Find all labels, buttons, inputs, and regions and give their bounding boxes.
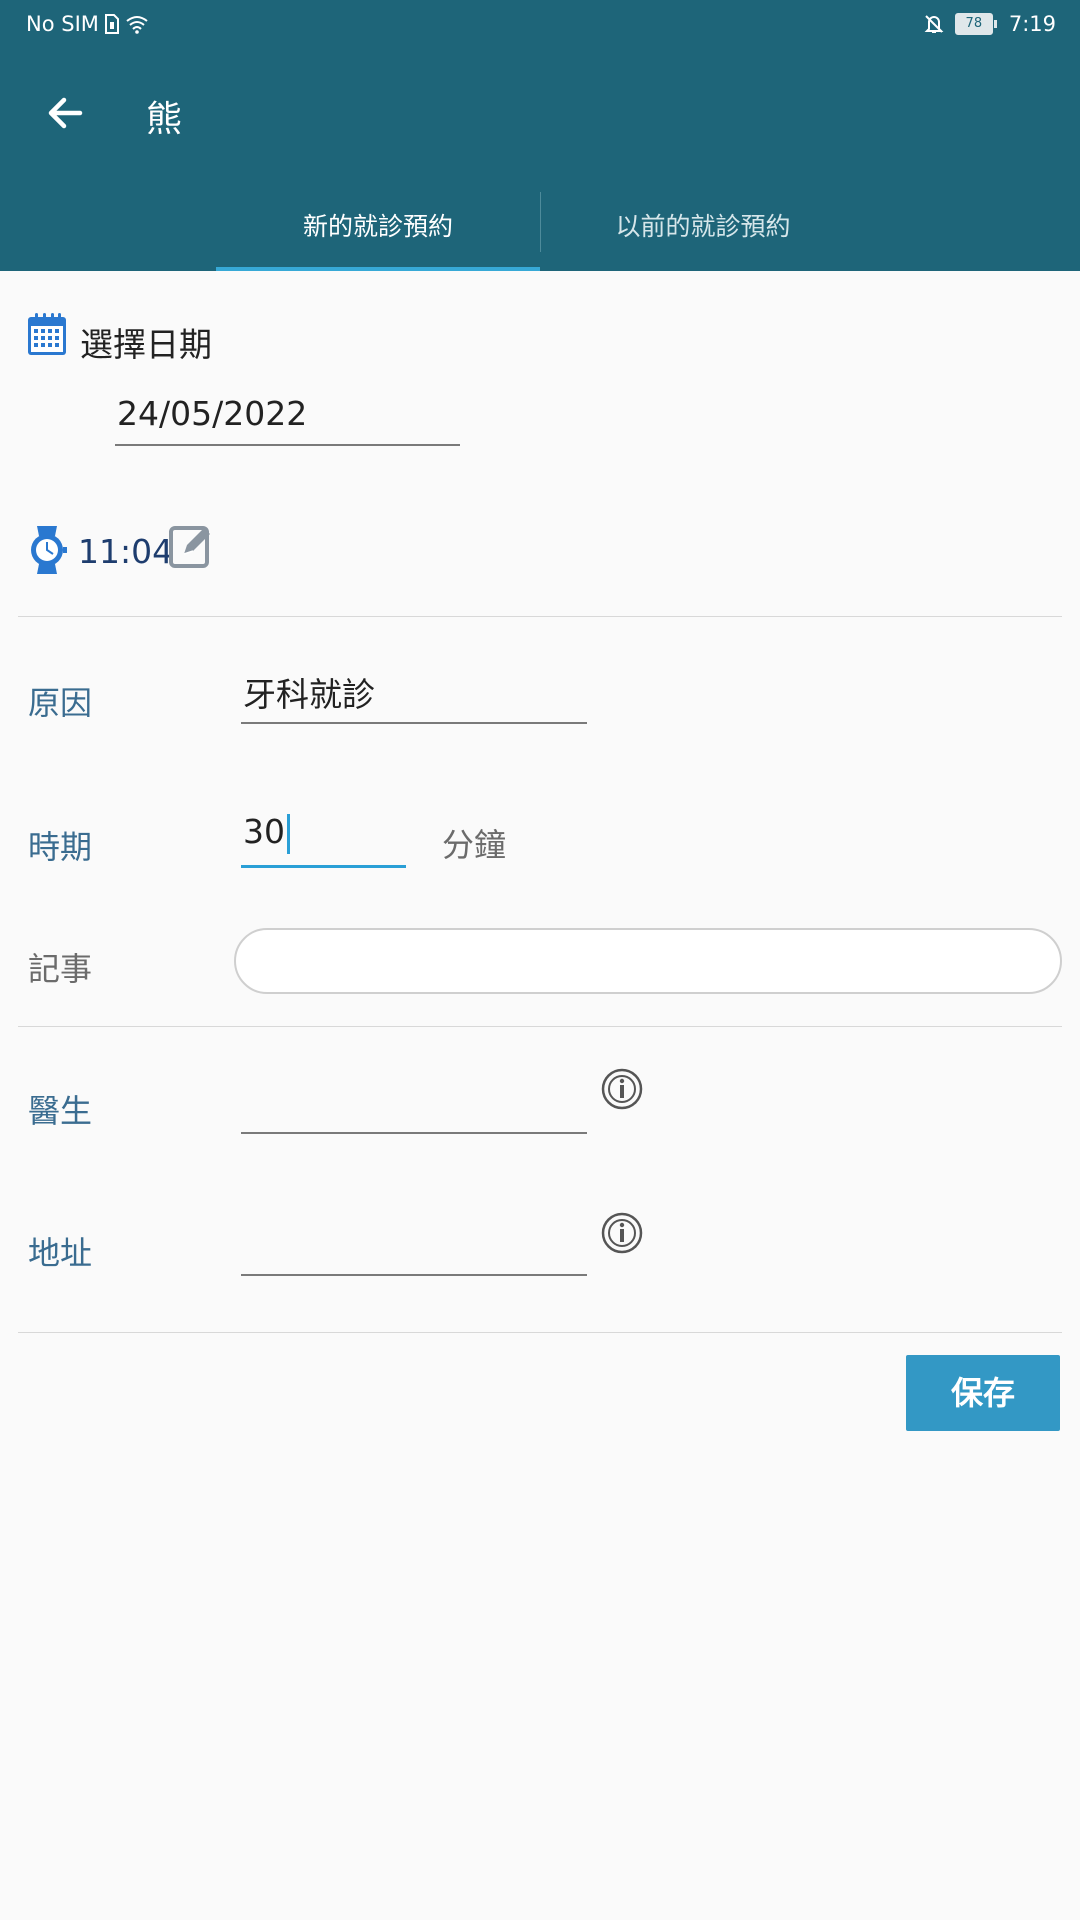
battery-indicator: 78	[954, 13, 997, 35]
save-button[interactable]: 保存	[906, 1355, 1060, 1431]
reason-label: 原因	[28, 684, 93, 722]
address-label: 地址	[28, 1234, 93, 1272]
notes-label: 記事	[28, 950, 93, 988]
app-header: No SIM 78 7:19 熊 新的就診預約 以前的就診預約	[0, 0, 1080, 271]
wifi-icon	[126, 16, 148, 34]
duration-input[interactable]: 30	[241, 812, 406, 868]
select-date-label: 選擇日期	[80, 325, 212, 364]
watch-icon[interactable]	[27, 524, 67, 576]
active-tab-indicator	[216, 267, 540, 271]
tab-previous-appointments[interactable]: 以前的就診預約	[541, 185, 865, 271]
edit-icon[interactable]	[168, 522, 214, 570]
sim-icon	[104, 14, 119, 34]
reason-input[interactable]: 牙科就診	[241, 668, 587, 724]
section-divider	[18, 616, 1062, 617]
carrier-text: No SIM	[26, 12, 99, 36]
status-time: 7:19	[1008, 12, 1056, 36]
bell-off-icon	[924, 15, 944, 33]
address-input[interactable]	[241, 1220, 587, 1276]
time-value[interactable]: 11:04	[78, 532, 173, 571]
tab-new-appointment[interactable]: 新的就診預約	[216, 185, 540, 271]
section-divider	[18, 1026, 1062, 1027]
arrow-back-icon	[48, 97, 83, 129]
duration-label: 時期	[28, 828, 93, 866]
doctor-info-icon[interactable]	[601, 1068, 643, 1110]
notes-input[interactable]	[234, 928, 1062, 994]
status-left: No SIM	[26, 12, 149, 36]
date-field[interactable]: 24/05/2022	[115, 394, 460, 446]
status-bar: No SIM 78 7:19	[0, 0, 1080, 50]
duration-unit: 分鐘	[442, 826, 507, 864]
status-right: 78 7:19	[923, 12, 1056, 36]
duration-value: 30	[243, 812, 285, 851]
page-title: 熊	[146, 99, 183, 140]
section-divider	[18, 1332, 1062, 1333]
doctor-label: 醫生	[28, 1092, 93, 1130]
back-button[interactable]	[40, 88, 90, 138]
text-cursor	[287, 813, 290, 854]
calendar-icon[interactable]	[27, 312, 67, 356]
address-info-icon[interactable]	[601, 1212, 643, 1254]
doctor-input[interactable]	[241, 1078, 587, 1134]
